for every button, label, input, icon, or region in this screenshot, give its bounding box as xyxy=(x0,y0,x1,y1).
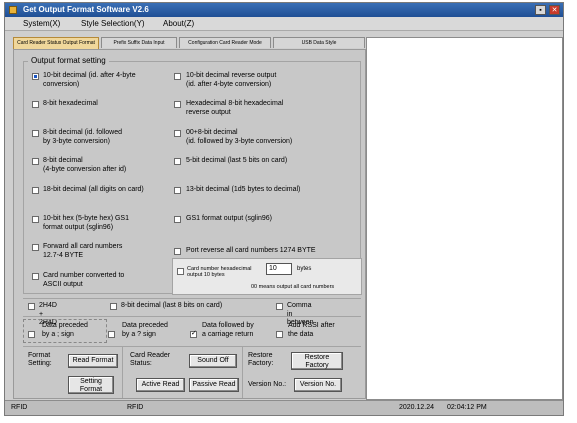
passive-read-button[interactable]: Passive Read xyxy=(189,378,239,392)
option-label: 5-bit decimal (last 5 bits on card) xyxy=(186,157,288,164)
hex-output-unit: bytes xyxy=(297,266,312,272)
option-label: Port reverse all card numbers 1274 BYTE xyxy=(186,247,316,254)
app-icon xyxy=(9,6,17,14)
option-label: 10-bit decimal reverse output (id. after… xyxy=(186,72,277,88)
radio-checkbox[interactable] xyxy=(174,73,181,80)
option-label: 13-bit decimal (1d5 bytes to decimal) xyxy=(186,186,301,193)
option-label: 8-bit decimal (4-byte conversion after i… xyxy=(43,157,127,173)
menu-system[interactable]: System(X) xyxy=(23,19,60,28)
restore-factory-label: Restore Factory: xyxy=(248,352,274,367)
checkbox[interactable] xyxy=(276,303,283,310)
title-bar: Get Output Format Software V2.6 ▪ ✕ xyxy=(5,3,563,17)
window-title: Get Output Format Software V2.6 xyxy=(23,5,149,14)
radio-checkbox[interactable] xyxy=(174,248,181,255)
checkbox[interactable] xyxy=(190,330,197,339)
status-rfid-middle: RFID xyxy=(127,404,144,411)
app-window: Get Output Format Software V2.6 ▪ ✕ Syst… xyxy=(4,2,564,416)
hex-output-label: Card number hexadecimal output 10 bytes xyxy=(187,266,252,278)
radio-checkbox[interactable] xyxy=(32,101,39,108)
version-no-label: Version No.: xyxy=(248,381,287,388)
option-label: 10-bit decimal (id. after 4-byte convers… xyxy=(43,72,136,88)
status-time: 02:04:12 PM xyxy=(447,404,487,411)
tab-prefix-suffix[interactable]: Prefix Suffix Data Input xyxy=(101,37,177,48)
tab-card-reader-status[interactable]: Card Reader Status Output Format xyxy=(13,37,99,49)
option-label: Data followed by a carriage return xyxy=(202,322,254,338)
radio-checkbox[interactable] xyxy=(32,187,39,194)
status-bar: RFID RFID 2020.12.24 02:04:12 PM xyxy=(5,400,563,415)
divider xyxy=(23,298,361,299)
radio-checkbox[interactable] xyxy=(174,130,181,137)
menu-style-selection[interactable]: Style Selection(Y) xyxy=(81,19,145,28)
output-display-pane[interactable] xyxy=(366,37,563,400)
sound-off-button[interactable]: Sound Off xyxy=(189,354,237,368)
radio-checkbox[interactable] xyxy=(32,244,39,251)
option-label: Data preceded by a ? sign xyxy=(122,322,168,338)
option-label: Hexadecimal 8-bit hexadecimal reverse ou… xyxy=(186,100,284,116)
option-label: 8-bit hexadecimal xyxy=(43,100,98,107)
option-label: 8-bit decimal (id. followed by 3-byte co… xyxy=(43,129,122,145)
radio-checkbox[interactable] xyxy=(174,216,181,223)
tab-usb-data-style[interactable]: USB Data Style xyxy=(273,37,365,48)
checkbox[interactable] xyxy=(276,331,283,338)
radio-checkbox[interactable] xyxy=(32,273,39,280)
version-no-button[interactable]: Version No. xyxy=(294,378,342,392)
option-label: Add RSSI after the data xyxy=(288,322,335,338)
radio-checkbox[interactable] xyxy=(32,73,39,80)
hex-output-length-input[interactable]: 10 xyxy=(266,263,292,275)
option-label: Card number converted to ASCII output xyxy=(43,272,125,288)
hex-output-note: 00 means output all card numbers xyxy=(251,284,335,290)
checkbox[interactable] xyxy=(28,331,35,338)
hex-output-checkbox[interactable] xyxy=(177,268,184,275)
divider xyxy=(242,346,243,398)
active-read-button[interactable]: Active Read xyxy=(136,378,185,392)
tab-panel: Output format setting 10-bit decimal (id… xyxy=(13,49,366,399)
option-label: 10-bit hex (5-byte hex) GS1 format outpu… xyxy=(43,215,129,231)
card-reader-status-label: Card Reader Status: xyxy=(130,352,171,367)
read-format-button[interactable]: Read Format xyxy=(68,354,118,368)
minimize-icon[interactable]: ▪ xyxy=(535,5,546,15)
checkbox[interactable] xyxy=(108,331,115,338)
radio-checkbox[interactable] xyxy=(174,101,181,108)
status-date: 2020.12.24 xyxy=(399,404,435,411)
option-label: 18-bit decimal (all digits on card) xyxy=(43,186,144,193)
option-label: 8-bit decimal (last 8 bits on card) xyxy=(121,302,223,309)
option-label: 00+8-bit decimal (id. followed by 3-byte… xyxy=(186,129,293,145)
status-rfid-left: RFID xyxy=(11,404,28,411)
radio-checkbox[interactable] xyxy=(32,158,39,165)
option-label: GS1 format output (sglin96) xyxy=(186,215,272,222)
tab-configuration-mode[interactable]: Configuration Card Reader Mode xyxy=(179,37,271,48)
radio-checkbox[interactable] xyxy=(174,187,181,194)
checkbox[interactable] xyxy=(110,303,117,310)
menu-about[interactable]: About(Z) xyxy=(163,19,194,28)
radio-checkbox[interactable] xyxy=(32,216,39,223)
radio-checkbox[interactable] xyxy=(32,130,39,137)
option-label: Forward all card numbers 12.7-4 BYTE xyxy=(43,243,123,259)
hex-output-box: Card number hexadecimal output 10 bytes … xyxy=(172,258,362,295)
menu-bar: System(X) Style Selection(Y) About(Z) xyxy=(5,17,563,31)
format-setting-label: Format Setting: xyxy=(28,352,52,367)
setting-format-button[interactable]: Setting Format xyxy=(68,376,114,394)
divider xyxy=(23,316,361,317)
checkbox[interactable] xyxy=(28,303,35,310)
divider xyxy=(23,346,361,347)
restore-factory-button[interactable]: Restore Factory xyxy=(291,352,343,370)
group-title: Output format setting xyxy=(28,56,109,65)
close-icon[interactable]: ✕ xyxy=(549,5,560,15)
divider xyxy=(122,346,123,398)
option-label: Data preceded by a ; sign xyxy=(42,322,88,338)
radio-checkbox[interactable] xyxy=(174,158,181,165)
